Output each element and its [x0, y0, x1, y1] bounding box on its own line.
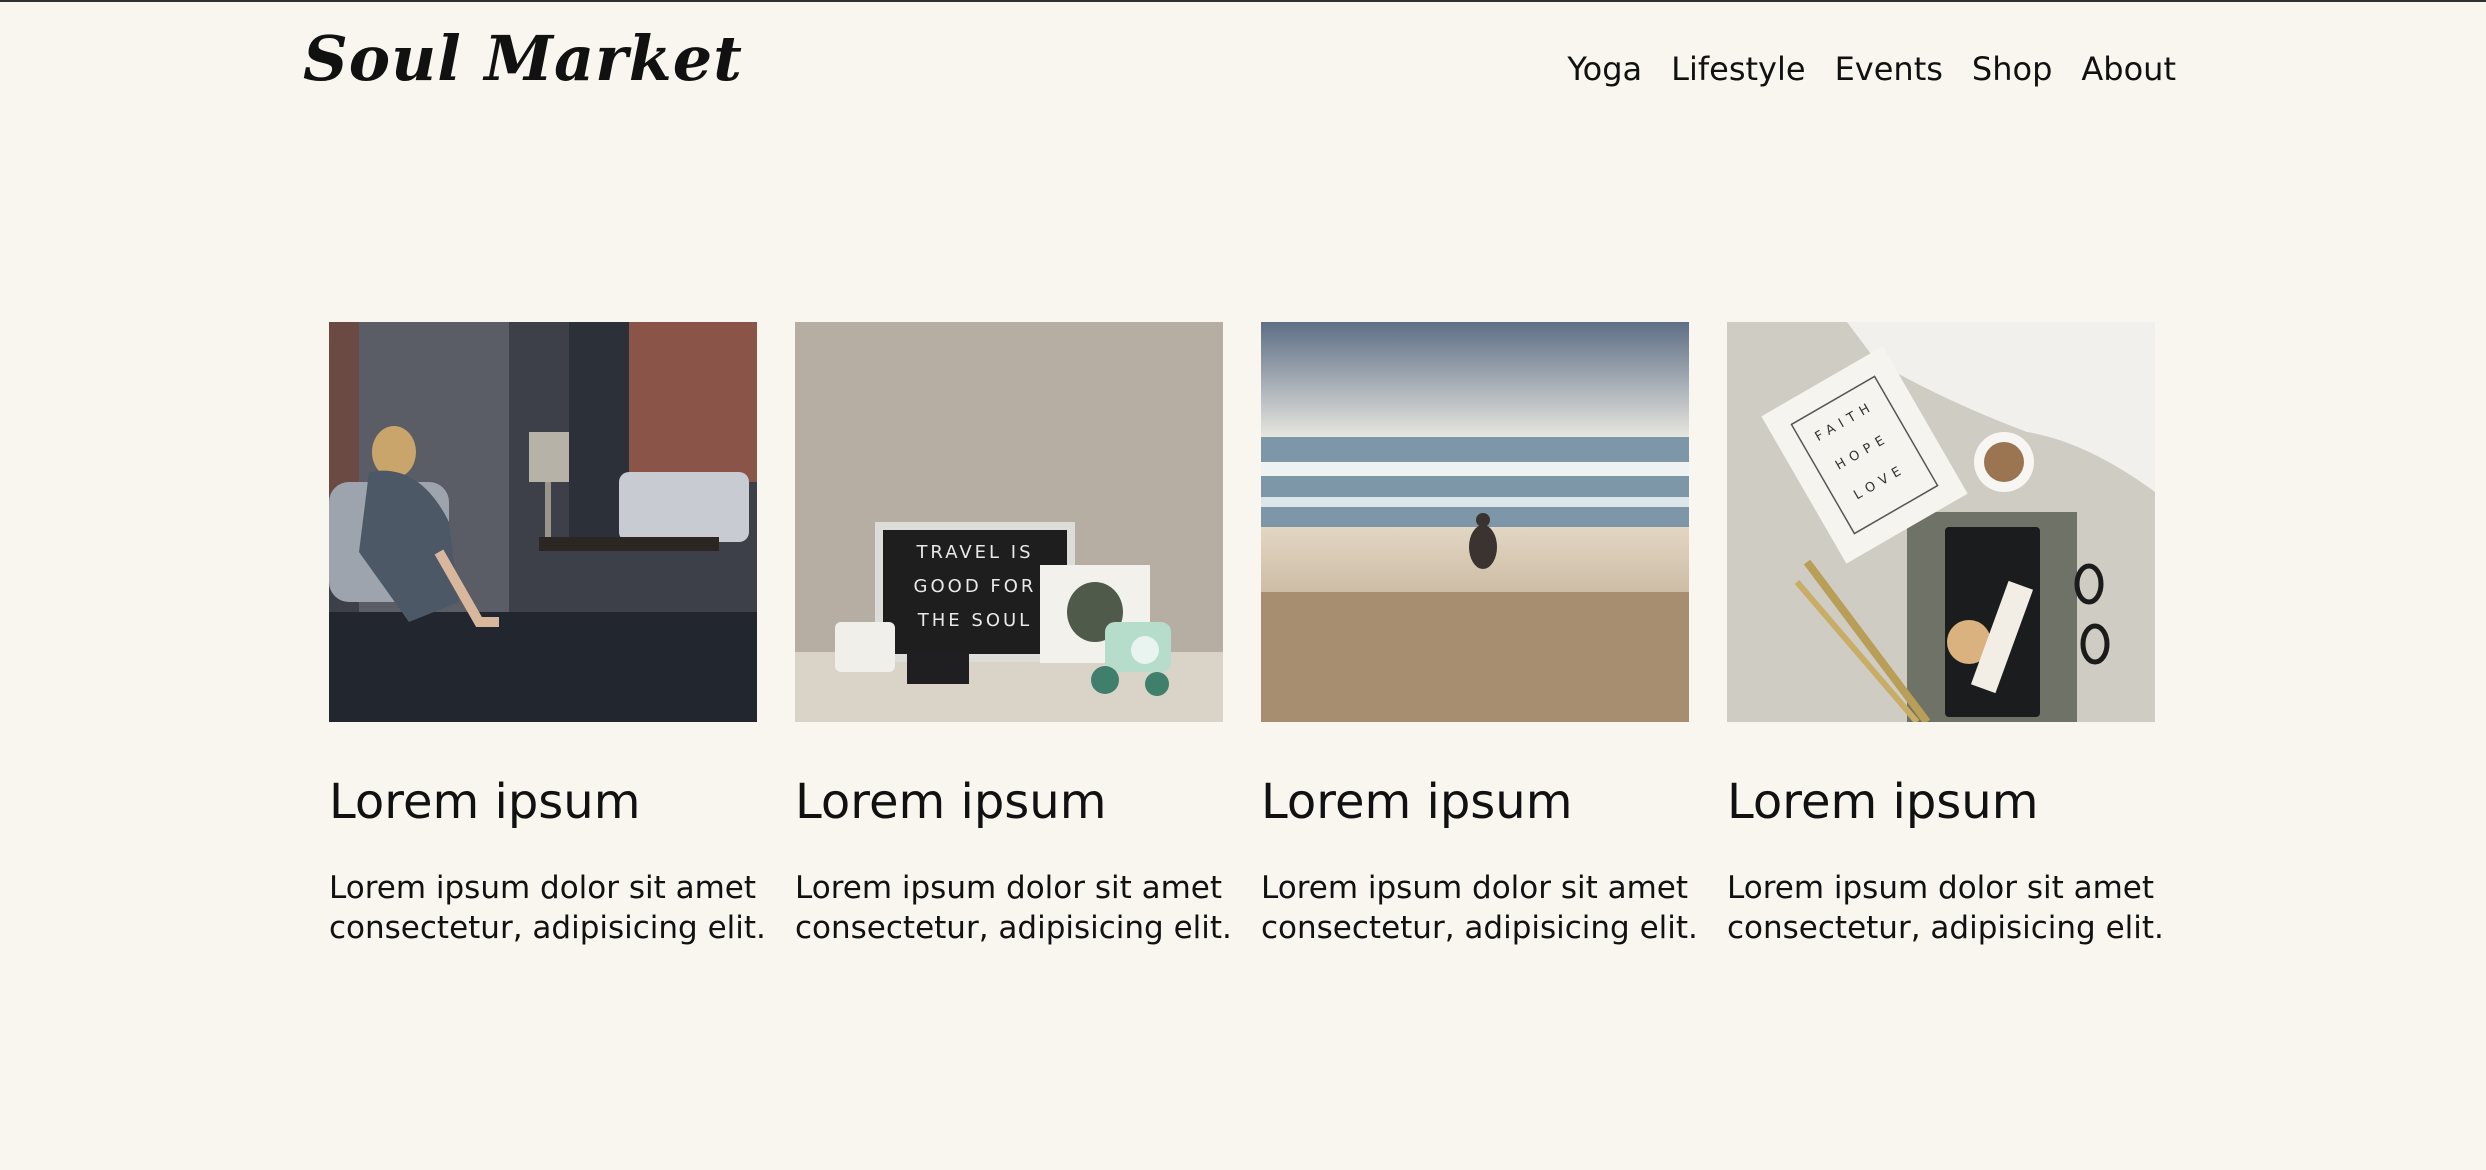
nav-shop[interactable]: Shop	[1972, 50, 2052, 88]
card-grid: Lorem ipsum Lorem ipsum dolor sit amet c…	[329, 322, 2164, 972]
site-logo[interactable]: Soul Market	[303, 22, 743, 95]
card-image-living-room[interactable]	[329, 322, 757, 722]
card-image-flatlay[interactable]: FAITH HOPE LOVE	[1727, 322, 2155, 722]
card-title: Lorem ipsum	[1261, 774, 1573, 830]
card-description: Lorem ipsum dolor sit amet consectetur, …	[1727, 870, 2164, 946]
card-description: Lorem ipsum dolor sit amet consectetur, …	[795, 870, 1232, 946]
card-image-letterboard[interactable]: TRAVEL IS GOOD FOR THE SOUL	[795, 322, 1223, 722]
card-image-beach[interactable]	[1261, 322, 1689, 722]
site-header: Soul Market Yoga Lifestyle Events Shop A…	[0, 0, 2486, 140]
nav-about[interactable]: About	[2081, 50, 2176, 88]
card-1[interactable]: Lorem ipsum Lorem ipsum dolor sit amet c…	[329, 322, 766, 946]
card-4[interactable]: FAITH HOPE LOVE Lorem ipsum Lorem ipsum …	[1727, 322, 2164, 946]
nav-events[interactable]: Events	[1835, 50, 1943, 88]
card-description: Lorem ipsum dolor sit amet consectetur, …	[1261, 870, 1698, 946]
card-description: Lorem ipsum dolor sit amet consectetur, …	[329, 870, 766, 946]
sign-line-2: GOOD FOR	[914, 576, 1037, 597]
nav-lifestyle[interactable]: Lifestyle	[1671, 50, 1805, 88]
card-title: Lorem ipsum	[1727, 774, 2039, 830]
sign-line-1: TRAVEL IS	[915, 542, 1033, 563]
main-nav: Yoga Lifestyle Events Shop About	[1567, 50, 2176, 88]
card-3[interactable]: Lorem ipsum Lorem ipsum dolor sit amet c…	[1261, 322, 1698, 946]
card-2[interactable]: TRAVEL IS GOOD FOR THE SOUL Lorem ipsum …	[795, 322, 1232, 946]
sign-line-3: THE SOUL	[917, 610, 1032, 631]
card-title: Lorem ipsum	[329, 774, 641, 830]
nav-yoga[interactable]: Yoga	[1567, 50, 1642, 88]
card-title: Lorem ipsum	[795, 774, 1107, 830]
